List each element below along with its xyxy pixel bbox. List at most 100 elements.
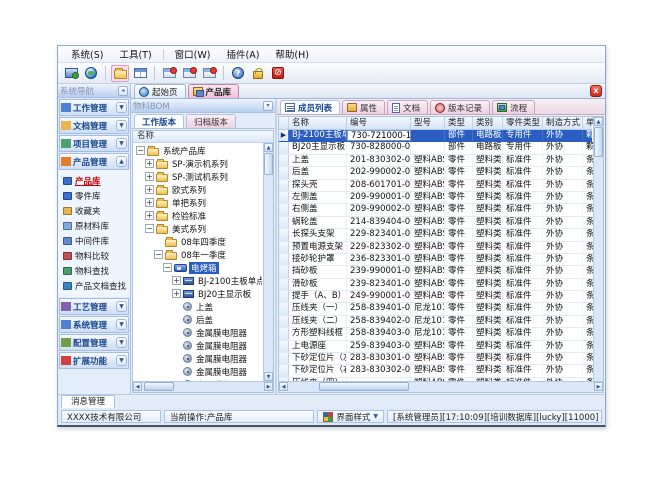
table-cell[interactable]: 上电源座 — [289, 341, 347, 352]
tree-node[interactable]: 金属膜电阻器 — [133, 365, 262, 378]
tree-node[interactable]: +单把系列 — [133, 196, 262, 209]
sidebar-pin-icon[interactable]: ◂ — [118, 86, 128, 96]
table-cell[interactable]: 239-823401-00X — [347, 279, 411, 290]
expand-icon[interactable]: + — [172, 276, 181, 285]
table-cell[interactable]: 塑料ABS — [411, 167, 445, 178]
table-cell[interactable]: 长探头支架 — [289, 229, 347, 240]
table-cell[interactable]: 214-839404-01X — [347, 217, 411, 228]
tab-home[interactable]: 起始页 — [134, 84, 186, 98]
table-cell[interactable]: 蜗轮盖 — [289, 217, 347, 228]
tree-vertical-scrollbar[interactable]: ▲ ▼ — [263, 143, 273, 381]
table-cell[interactable]: 201-830302-00X — [347, 155, 411, 166]
table-cell[interactable]: 标准件 — [503, 341, 543, 352]
table-cell[interactable]: 标准件 — [503, 192, 543, 203]
table-cell[interactable]: 塑料类 — [473, 192, 503, 203]
scroll-left-icon[interactable]: ◀ — [279, 382, 288, 391]
sidebar-item[interactable]: 收藏夹 — [58, 203, 130, 218]
table-cell[interactable]: 滑砂板 — [289, 279, 347, 290]
winbadge2-button[interactable] — [180, 65, 198, 82]
table-row[interactable]: 挡砂板239-990001-01X塑料ABS零件塑料类标准件外协条 — [279, 266, 592, 278]
table-cell[interactable]: 零件 — [445, 341, 473, 352]
collapse-icon[interactable]: − — [145, 224, 154, 233]
chevron-up-icon[interactable]: ▲ — [116, 156, 127, 167]
table-cell[interactable]: 塑料ABS — [411, 155, 445, 166]
table-cell[interactable]: 标准件 — [503, 279, 543, 290]
table-cell[interactable]: 外协 — [543, 291, 583, 302]
menu-item[interactable]: 插件(A) — [218, 46, 267, 62]
table-row[interactable]: ▶BJ-2100主板单点730-721000-12X部件电路板专用件外协颗 — [279, 130, 592, 142]
column-header[interactable]: 类型 — [445, 117, 473, 129]
tree-node[interactable]: +BJ20主显示板 — [133, 287, 262, 300]
table-cell[interactable]: 塑料ABS — [411, 204, 445, 215]
stop-button[interactable] — [269, 65, 287, 82]
table-cell[interactable]: 右侧盖 — [289, 204, 347, 215]
menu-item[interactable]: 系统(S) — [63, 46, 111, 62]
table-scroll-thumb[interactable] — [594, 127, 603, 157]
table-cell[interactable]: 标准件 — [503, 266, 543, 277]
table-cell[interactable]: 229-823302-00X — [347, 242, 411, 253]
table-cell[interactable]: 塑料ABS — [411, 291, 445, 302]
close-tab-icon[interactable]: x — [590, 85, 602, 97]
table-horizontal-scrollbar[interactable]: ◀ ▶ — [279, 381, 603, 392]
column-header[interactable]: 型号 — [411, 117, 445, 129]
tree-node[interactable]: 上盖 — [133, 300, 262, 313]
table-cell[interactable]: 塑料类 — [473, 217, 503, 228]
table-cell[interactable]: 外协 — [543, 303, 583, 314]
scroll-right-icon[interactable]: ▶ — [264, 382, 273, 391]
table-cell[interactable]: 接砂轮护罩 — [289, 254, 347, 265]
tab-flow[interactable]: 流程 — [492, 100, 535, 114]
table-cell[interactable]: 标准件 — [503, 316, 543, 327]
table-cell[interactable]: 专用件 — [503, 130, 543, 141]
table-cell[interactable]: 后盖 — [289, 167, 347, 178]
table-cell[interactable]: 电路板 — [473, 130, 503, 141]
table-cell[interactable]: 专用件 — [503, 142, 543, 153]
table-cell[interactable]: 零件 — [445, 316, 473, 327]
sidebar-item[interactable]: 产品文档查找 — [58, 278, 130, 293]
column-header[interactable]: 编号 — [347, 117, 411, 129]
table-cell[interactable]: 零件 — [445, 155, 473, 166]
table-cell[interactable]: 标准件 — [503, 365, 543, 376]
table-cell[interactable]: 209-990001-01X — [347, 192, 411, 203]
table-row[interactable]: 方形塑料线框258-839403-00X尼龙1010零件塑料类标准件外协条 — [279, 328, 592, 340]
table-cell[interactable]: BJ-2100主板单点 — [289, 130, 347, 141]
table-cell[interactable]: 外协 — [543, 316, 583, 327]
sidebar-group-project[interactable]: 项目管理▼ — [59, 135, 129, 152]
table-cell[interactable]: 外协 — [543, 130, 583, 141]
scroll-up-icon[interactable]: ▲ — [264, 143, 273, 152]
table-cell[interactable]: 标准件 — [503, 229, 543, 240]
table-cell[interactable]: 259-839403-00X — [347, 341, 411, 352]
table-cell[interactable]: 塑料类 — [473, 316, 503, 327]
table-cell[interactable]: 尼龙1010 — [411, 303, 445, 314]
table-cell[interactable]: 外协 — [543, 180, 583, 191]
table-cell[interactable]: 塑料类 — [473, 180, 503, 191]
table-row[interactable]: 上电源座259-839403-00X塑料ABS零件塑料类标准件外协条 — [279, 341, 592, 353]
sidebar-item[interactable]: 产品库 — [58, 173, 130, 188]
table-row[interactable]: 上盖201-830302-00X塑料ABS零件塑料类标准件外协条 — [279, 155, 592, 167]
table-cell[interactable]: 外协 — [543, 353, 583, 364]
table-cell[interactable]: 标准件 — [503, 217, 543, 228]
table-cell[interactable] — [411, 130, 445, 141]
table-cell[interactable]: 预置电源支架 — [289, 242, 347, 253]
sidebar-group-work[interactable]: 工作管理▼ — [59, 99, 129, 116]
table-cell[interactable]: 塑料类 — [473, 254, 503, 265]
table-cell[interactable]: 塑料类 — [473, 242, 503, 253]
table-cell[interactable]: 上盖 — [289, 155, 347, 166]
sidebar-item[interactable]: 零件库 — [58, 188, 130, 203]
tree-node[interactable]: 08年四季度 — [133, 235, 262, 248]
table-cell[interactable]: 零件 — [445, 353, 473, 364]
tree-node[interactable]: 金属膜电阻器 — [133, 339, 262, 352]
ui-style-selector[interactable]: 界面样式 ▼ — [317, 410, 384, 423]
table-cell[interactable]: 零件 — [445, 291, 473, 302]
table-cell[interactable]: 塑料ABS — [411, 365, 445, 376]
table-row[interactable]: 右侧盖209-990002-01X塑料ABS零件塑料类标准件外协条 — [279, 204, 592, 216]
table-button[interactable] — [131, 65, 149, 82]
tree-node[interactable]: +检验标准 — [133, 209, 262, 222]
tree-node[interactable]: 金属膜电阻器 — [133, 326, 262, 339]
table-cell[interactable]: 外协 — [543, 155, 583, 166]
table-cell[interactable]: 标准件 — [503, 180, 543, 191]
tree-horizontal-scrollbar[interactable]: ◀ ▶ — [133, 381, 273, 392]
table-cell[interactable]: 下砂定位片（右） — [289, 365, 347, 376]
sidebar-group-system[interactable]: 系统管理▼ — [59, 316, 129, 333]
expand-icon[interactable]: + — [145, 159, 154, 168]
chevron-down-icon[interactable]: ▼ — [116, 120, 127, 131]
